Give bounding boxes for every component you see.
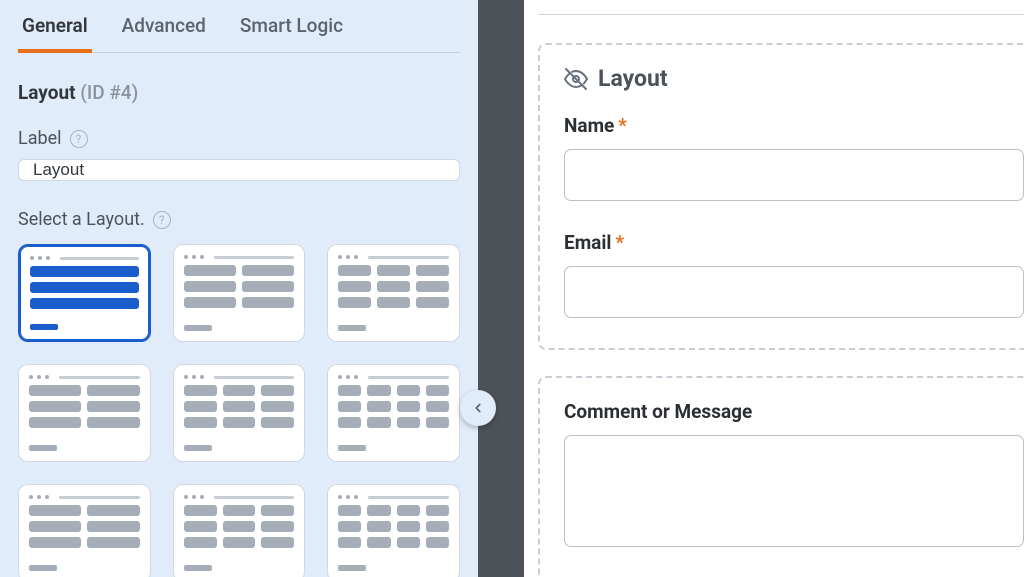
layout-card-title: Layout <box>598 65 668 92</box>
layout-preview-card[interactable]: Layout Name* Email* <box>538 43 1024 350</box>
required-asterisk: * <box>618 114 627 137</box>
field-email[interactable]: Email* <box>564 231 1024 318</box>
field-comment-label: Comment or Message <box>564 400 1024 423</box>
section-id: (ID #4) <box>80 81 138 104</box>
panel-divider <box>478 0 524 577</box>
chevron-left-icon <box>471 401 485 415</box>
layout-option-4col-b[interactable] <box>327 484 460 577</box>
comment-textarea[interactable] <box>564 435 1024 547</box>
field-name[interactable]: Name* <box>564 114 1024 201</box>
layout-option-2col-c[interactable] <box>18 484 151 577</box>
tab-general[interactable]: General <box>18 8 92 53</box>
collapse-panel-button[interactable] <box>460 390 496 426</box>
select-layout-row: Select a Layout. ? <box>18 209 460 230</box>
help-icon[interactable]: ? <box>153 211 171 229</box>
layout-option-4col[interactable] <box>327 364 460 462</box>
layout-card-header: Layout <box>564 65 1024 92</box>
section-title-text: Layout <box>18 81 76 104</box>
name-input[interactable] <box>564 149 1024 201</box>
layout-option-1col[interactable] <box>18 244 151 342</box>
field-email-label: Email* <box>564 231 1024 254</box>
required-asterisk: * <box>615 231 624 254</box>
layout-option-2col[interactable] <box>173 244 306 342</box>
tab-smart-logic[interactable]: Smart Logic <box>236 8 347 53</box>
label-text: Email <box>564 231 611 254</box>
layout-option-2col-b[interactable] <box>18 364 151 462</box>
field-name-label: Name* <box>564 114 1024 137</box>
help-icon[interactable]: ? <box>70 130 88 148</box>
settings-tabs: General Advanced Smart Logic <box>18 0 460 53</box>
form-preview-panel: Layout Name* Email* Comment or Message <box>524 0 1024 577</box>
layout-option-3col-b[interactable] <box>173 364 306 462</box>
field-comment-card[interactable]: Comment or Message <box>538 376 1024 577</box>
layout-option-3col-c[interactable] <box>173 484 306 577</box>
layout-option-3col[interactable] <box>327 244 460 342</box>
label-text: Comment or Message <box>564 400 752 423</box>
divider <box>538 14 1024 15</box>
label-input[interactable] <box>18 159 460 181</box>
section-title: Layout (ID #4) <box>18 81 460 104</box>
email-input[interactable] <box>564 266 1024 318</box>
label-field-row: Label ? <box>18 128 460 149</box>
eye-off-icon <box>564 67 588 91</box>
select-layout-label: Select a Layout. <box>18 209 145 230</box>
label-field-label: Label <box>18 128 62 149</box>
label-text: Name <box>564 114 614 137</box>
tab-advanced[interactable]: Advanced <box>118 8 210 53</box>
layout-grid <box>18 244 460 577</box>
settings-panel: General Advanced Smart Logic Layout (ID … <box>0 0 478 577</box>
